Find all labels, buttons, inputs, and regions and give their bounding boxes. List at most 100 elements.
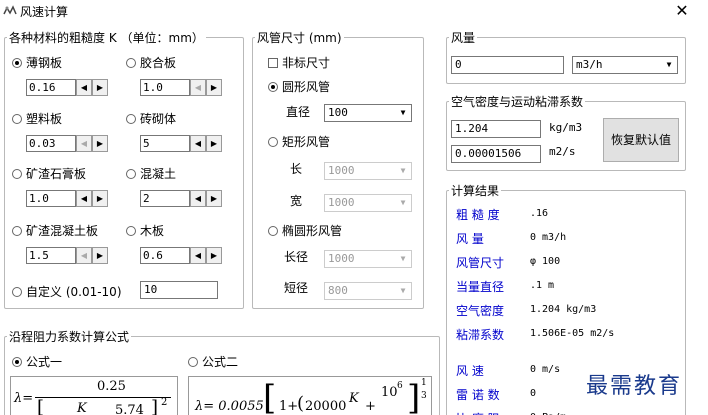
result-label: 粘滞系数 xyxy=(456,328,505,342)
material-label: 砖砌体 xyxy=(140,112,177,126)
spinner-value[interactable]: 1.0 xyxy=(26,190,76,207)
major-axis-label: 长径 xyxy=(284,250,309,264)
spin-left-icon[interactable]: ◀ xyxy=(190,247,206,264)
spin-right-icon[interactable]: ▶ xyxy=(92,247,108,264)
radio-indicator xyxy=(126,113,136,124)
spin-left-icon[interactable]: ◀ xyxy=(190,135,206,152)
spin-left-icon[interactable]: ◀ xyxy=(76,135,92,152)
material-spinner-3[interactable]: 5 ◀ ▶ xyxy=(140,135,222,152)
diameter-select[interactable]: 100 ▼ xyxy=(324,104,412,122)
formula2-outer-den: 3 xyxy=(421,391,427,401)
material-spinner-7[interactable]: 0.6 ◀ ▶ xyxy=(140,247,222,264)
spin-right-icon[interactable]: ▶ xyxy=(92,190,108,207)
length-select[interactable]: 1000 ▼ xyxy=(324,162,412,180)
radio-indicator xyxy=(12,57,22,68)
formula1-display: λ= 0.25 [ K 5.74 ] 2 xyxy=(10,376,178,415)
watermark: 最需教育 xyxy=(586,374,683,399)
material-radio-custom[interactable]: 自定义 (0.01-10) xyxy=(12,283,122,300)
spin-right-icon[interactable]: ▶ xyxy=(206,79,222,96)
material-radio-3[interactable]: 砖砌体 xyxy=(126,110,176,127)
spin-right-icon[interactable]: ▶ xyxy=(92,79,108,96)
material-spinner-0[interactable]: 0.16 ◀ ▶ xyxy=(26,79,108,96)
airflow-legend: 风量 xyxy=(451,31,476,45)
results-legend: 计算结果 xyxy=(451,184,500,198)
formula1-bracket-close: ] xyxy=(151,397,159,415)
material-spinner-6[interactable]: 1.5 ◀ ▶ xyxy=(26,247,108,264)
spinner-value[interactable]: 1.5 xyxy=(26,247,76,264)
result-value: .16 xyxy=(530,208,549,219)
spin-right-icon[interactable]: ▶ xyxy=(206,135,222,152)
formula2-coef: 20000 xyxy=(305,399,347,414)
spin-left-icon[interactable]: ◀ xyxy=(190,190,206,207)
material-label: 矿渣石膏板 xyxy=(26,167,87,181)
spinner-value[interactable]: 0.6 xyxy=(140,247,190,264)
spin-left-icon[interactable]: ◀ xyxy=(76,190,92,207)
material-label: 薄钢板 xyxy=(26,56,63,70)
airflow-unit-select[interactable]: m3/h ▼ xyxy=(572,56,678,74)
material-radio-0[interactable]: 薄钢板 xyxy=(12,54,62,71)
formula2-plus: + xyxy=(365,399,376,414)
formula1-const: 5.74 xyxy=(115,403,144,415)
material-radio-5[interactable]: 混凝土 xyxy=(126,165,176,182)
formula2-paren: ( xyxy=(297,393,305,414)
spinner-value[interactable]: 1.0 xyxy=(140,79,190,96)
material-radio-4[interactable]: 矿渣石膏板 xyxy=(12,165,86,182)
result-label: 风管尺寸 xyxy=(456,256,505,270)
width-value: 1000 xyxy=(328,196,355,209)
reset-defaults-button[interactable]: 恢复默认值 xyxy=(603,118,679,162)
width-select[interactable]: 1000 ▼ xyxy=(324,194,412,212)
oval-duct-radio[interactable]: 椭圆形风管 xyxy=(268,222,342,239)
material-label: 矿渣混凝土板 xyxy=(26,224,99,238)
airflow-input[interactable]: 0 xyxy=(451,56,564,74)
major-axis-select[interactable]: 1000 ▼ xyxy=(324,250,412,268)
material-spinner-4[interactable]: 1.0 ◀ ▶ xyxy=(26,190,108,207)
radio-indicator xyxy=(268,81,278,92)
formula2-prefix: λ= 0.0055 xyxy=(195,399,264,414)
nonstandard-checkbox[interactable]: 非标尺寸 xyxy=(268,54,330,71)
air-properties-legend: 空气密度与运动粘滞系数 xyxy=(451,95,584,109)
formula2-pow-exp: 6 xyxy=(397,381,403,391)
material-spinner-2[interactable]: 0.03 ◀ ▶ xyxy=(26,135,108,152)
material-radio-6[interactable]: 矿渣混凝土板 xyxy=(12,222,98,239)
result-value: 0 m3/h xyxy=(530,232,567,243)
viscosity-input[interactable]: 0.00001506 xyxy=(451,145,541,163)
round-duct-radio[interactable]: 圆形风管 xyxy=(268,78,330,95)
width-label: 宽 xyxy=(290,194,303,208)
custom-roughness-input[interactable]: 10 xyxy=(140,281,218,299)
spinner-value[interactable]: 2 xyxy=(140,190,190,207)
material-spinner-1[interactable]: 1.0 ◀ ▶ xyxy=(140,79,222,96)
minor-axis-value: 800 xyxy=(328,284,348,297)
spin-left-icon[interactable]: ◀ xyxy=(76,79,92,96)
dropdown-arrow-icon: ▼ xyxy=(400,166,406,175)
major-axis-value: 1000 xyxy=(328,252,355,265)
radio-indicator xyxy=(126,57,136,68)
spinner-value[interactable]: 0.16 xyxy=(26,79,76,96)
checkbox-indicator xyxy=(268,57,278,68)
formula2-bracket: [ xyxy=(263,378,277,415)
spin-right-icon[interactable]: ▶ xyxy=(206,190,222,207)
minor-axis-select[interactable]: 800 ▼ xyxy=(324,282,412,300)
title-bar: 风速计算 ✕ xyxy=(0,0,708,22)
material-radio-7[interactable]: 木板 xyxy=(126,222,164,239)
spin-right-icon[interactable]: ▶ xyxy=(206,247,222,264)
material-radio-1[interactable]: 胶合板 xyxy=(126,54,176,71)
result-value: 1.204 kg/m3 xyxy=(530,304,597,315)
formula2-radio[interactable]: 公式二 xyxy=(188,353,238,370)
spinner-value[interactable]: 5 xyxy=(140,135,190,152)
material-spinner-5[interactable]: 2 ◀ ▶ xyxy=(140,190,222,207)
spinner-value[interactable]: 0.03 xyxy=(26,135,76,152)
formula1-radio[interactable]: 公式一 xyxy=(12,353,62,370)
radio-indicator xyxy=(12,356,22,367)
formula2-bracket-close: ] xyxy=(407,378,421,415)
result-label: 比 摩 阻 xyxy=(456,410,500,415)
close-icon[interactable]: ✕ xyxy=(672,1,692,21)
spin-left-icon[interactable]: ◀ xyxy=(76,247,92,264)
result-value: φ 100 xyxy=(530,256,561,267)
density-input[interactable]: 1.204 xyxy=(451,120,541,138)
material-radio-2[interactable]: 塑料板 xyxy=(12,110,62,127)
spin-left-icon[interactable]: ◀ xyxy=(190,79,206,96)
rect-duct-radio[interactable]: 矩形风管 xyxy=(268,133,330,150)
formula2-display: λ= 0.0055 [ 1+ ( 20000 K + 10 6 ] 1 3 xyxy=(188,376,432,415)
dropdown-arrow-icon: ▼ xyxy=(400,254,406,263)
spin-right-icon[interactable]: ▶ xyxy=(92,135,108,152)
